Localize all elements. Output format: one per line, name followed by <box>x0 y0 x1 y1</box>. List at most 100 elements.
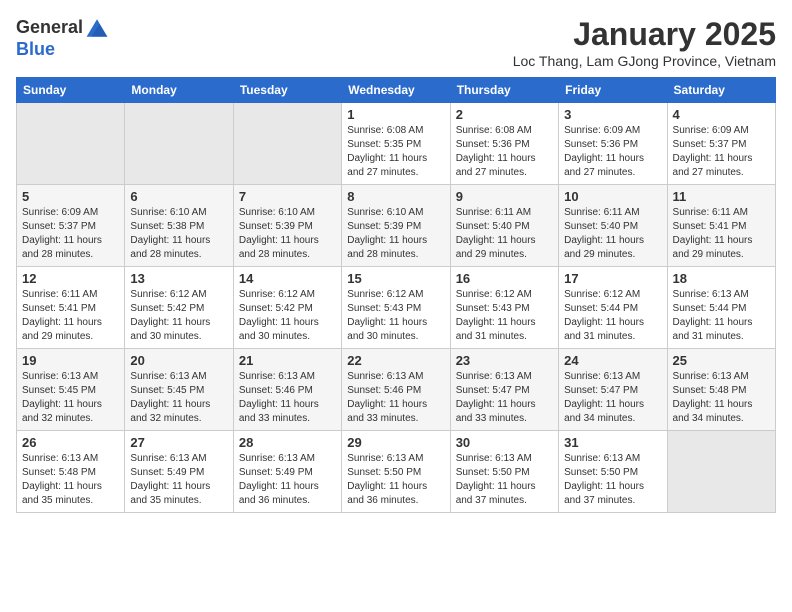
day-cell: 15 Sunrise: 6:12 AMSunset: 5:43 PMDayligh… <box>342 267 450 349</box>
day-cell: 28 Sunrise: 6:13 AMSunset: 5:49 PMDayligh… <box>233 431 341 513</box>
day-number: 13 <box>130 271 227 286</box>
day-info: Sunrise: 6:13 AMSunset: 5:44 PMDaylight:… <box>673 288 770 344</box>
day-number: 25 <box>673 353 770 368</box>
day-number: 1 <box>347 107 444 122</box>
day-cell: 5Sunrise: 6:09 AMSunset: 5:37 PMDaylight… <box>17 185 125 267</box>
day-info: Sunrise: 6:11 AMSunset: 5:41 PMDaylight:… <box>22 288 119 344</box>
day-info: Sunrise: 6:09 AMSunset: 5:36 PMDaylight:… <box>564 124 661 180</box>
col-saturday: Saturday <box>667 78 775 103</box>
day-info: Sunrise: 6:13 AMSunset: 5:47 PMDaylight:… <box>564 370 661 426</box>
day-number: 24 <box>564 353 661 368</box>
day-number: 5 <box>22 189 119 204</box>
day-info: Sunrise: 6:13 AMSunset: 5:50 PMDaylight:… <box>456 452 553 508</box>
day-info: Sunrise: 6:12 AMSunset: 5:43 PMDaylight:… <box>347 288 444 344</box>
day-cell: 12Sunrise: 6:11 AMSunset: 5:41 PMDayligh… <box>17 267 125 349</box>
day-info: Sunrise: 6:13 AMSunset: 5:49 PMDaylight:… <box>130 452 227 508</box>
day-info: Sunrise: 6:13 AMSunset: 5:49 PMDaylight:… <box>239 452 336 508</box>
day-cell: 11Sunrise: 6:11 AMSunset: 5:41 PMDayligh… <box>667 185 775 267</box>
day-number: 6 <box>130 189 227 204</box>
day-cell: 2 Sunrise: 6:08 AMSunset: 5:36 PMDaylight… <box>450 103 558 185</box>
day-cell: 14 Sunrise: 6:12 AMSunset: 5:42 PMDayligh… <box>233 267 341 349</box>
header: General Blue January 2025 Loc Thang, Lam… <box>16 16 776 69</box>
day-info: Sunrise: 6:12 AMSunset: 5:42 PMDaylight:… <box>239 288 336 344</box>
day-cell: 9 Sunrise: 6:11 AMSunset: 5:40 PMDaylight… <box>450 185 558 267</box>
day-cell: 19 Sunrise: 6:13 AMSunset: 5:45 PMDayligh… <box>17 349 125 431</box>
day-number: 15 <box>347 271 444 286</box>
day-cell: 10 Sunrise: 6:11 AMSunset: 5:40 PMDayligh… <box>559 185 667 267</box>
day-number: 23 <box>456 353 553 368</box>
day-cell: 31Sunrise: 6:13 AMSunset: 5:50 PMDayligh… <box>559 431 667 513</box>
day-cell: 20 Sunrise: 6:13 AMSunset: 5:45 PMDayligh… <box>125 349 233 431</box>
day-info: Sunrise: 6:13 AMSunset: 5:48 PMDaylight:… <box>673 370 770 426</box>
day-number: 28 <box>239 435 336 450</box>
logo-icon <box>85 16 109 40</box>
day-cell: 13 Sunrise: 6:12 AMSunset: 5:42 PMDayligh… <box>125 267 233 349</box>
calendar-subtitle: Loc Thang, Lam GJong Province, Vietnam <box>513 53 776 69</box>
day-cell: 23 Sunrise: 6:13 AMSunset: 5:47 PMDayligh… <box>450 349 558 431</box>
day-cell <box>667 431 775 513</box>
day-info: Sunrise: 6:12 AMSunset: 5:43 PMDaylight:… <box>456 288 553 344</box>
day-info: Sunrise: 6:08 AMSunset: 5:35 PMDaylight:… <box>347 124 444 180</box>
logo-general: General <box>16 18 83 38</box>
day-number: 16 <box>456 271 553 286</box>
day-info: Sunrise: 6:12 AMSunset: 5:42 PMDaylight:… <box>130 288 227 344</box>
title-area: January 2025 Loc Thang, Lam GJong Provin… <box>513 16 776 69</box>
day-info: Sunrise: 6:11 AMSunset: 5:40 PMDaylight:… <box>456 206 553 262</box>
day-cell: 29Sunrise: 6:13 AMSunset: 5:50 PMDayligh… <box>342 431 450 513</box>
day-number: 22 <box>347 353 444 368</box>
col-thursday: Thursday <box>450 78 558 103</box>
day-info: Sunrise: 6:13 AMSunset: 5:45 PMDaylight:… <box>22 370 119 426</box>
day-info: Sunrise: 6:10 AMSunset: 5:39 PMDaylight:… <box>239 206 336 262</box>
week-row-1: 1 Sunrise: 6:08 AMSunset: 5:35 PMDaylight… <box>17 103 776 185</box>
day-number: 31 <box>564 435 661 450</box>
day-cell: 6Sunrise: 6:10 AMSunset: 5:38 PMDaylight… <box>125 185 233 267</box>
day-cell <box>17 103 125 185</box>
week-row-3: 12Sunrise: 6:11 AMSunset: 5:41 PMDayligh… <box>17 267 776 349</box>
calendar-table: Sunday Monday Tuesday Wednesday Thursday… <box>16 77 776 513</box>
day-cell: 30 Sunrise: 6:13 AMSunset: 5:50 PMDayligh… <box>450 431 558 513</box>
day-number: 2 <box>456 107 553 122</box>
week-row-2: 5Sunrise: 6:09 AMSunset: 5:37 PMDaylight… <box>17 185 776 267</box>
col-wednesday: Wednesday <box>342 78 450 103</box>
day-info: Sunrise: 6:09 AMSunset: 5:37 PMDaylight:… <box>673 124 770 180</box>
day-info: Sunrise: 6:13 AMSunset: 5:50 PMDaylight:… <box>347 452 444 508</box>
day-cell: 22 Sunrise: 6:13 AMSunset: 5:46 PMDayligh… <box>342 349 450 431</box>
day-cell: 24 Sunrise: 6:13 AMSunset: 5:47 PMDayligh… <box>559 349 667 431</box>
day-cell: 27 Sunrise: 6:13 AMSunset: 5:49 PMDayligh… <box>125 431 233 513</box>
day-number: 4 <box>673 107 770 122</box>
col-monday: Monday <box>125 78 233 103</box>
day-number: 18 <box>673 271 770 286</box>
day-number: 30 <box>456 435 553 450</box>
day-number: 19 <box>22 353 119 368</box>
day-info: Sunrise: 6:11 AMSunset: 5:41 PMDaylight:… <box>673 206 770 262</box>
logo: General Blue <box>16 16 109 60</box>
day-number: 9 <box>456 189 553 204</box>
day-cell <box>125 103 233 185</box>
day-info: Sunrise: 6:13 AMSunset: 5:46 PMDaylight:… <box>239 370 336 426</box>
day-info: Sunrise: 6:10 AMSunset: 5:39 PMDaylight:… <box>347 206 444 262</box>
day-cell: 21 Sunrise: 6:13 AMSunset: 5:46 PMDayligh… <box>233 349 341 431</box>
day-info: Sunrise: 6:11 AMSunset: 5:40 PMDaylight:… <box>564 206 661 262</box>
day-number: 20 <box>130 353 227 368</box>
day-number: 21 <box>239 353 336 368</box>
day-cell: 4 Sunrise: 6:09 AMSunset: 5:37 PMDaylight… <box>667 103 775 185</box>
col-tuesday: Tuesday <box>233 78 341 103</box>
day-info: Sunrise: 6:13 AMSunset: 5:47 PMDaylight:… <box>456 370 553 426</box>
day-cell: 1 Sunrise: 6:08 AMSunset: 5:35 PMDaylight… <box>342 103 450 185</box>
day-cell: 7Sunrise: 6:10 AMSunset: 5:39 PMDaylight… <box>233 185 341 267</box>
day-number: 3 <box>564 107 661 122</box>
day-cell: 16 Sunrise: 6:12 AMSunset: 5:43 PMDayligh… <box>450 267 558 349</box>
day-info: Sunrise: 6:12 AMSunset: 5:44 PMDaylight:… <box>564 288 661 344</box>
logo-blue: Blue <box>16 39 55 59</box>
day-number: 10 <box>564 189 661 204</box>
day-number: 27 <box>130 435 227 450</box>
day-cell: 17Sunrise: 6:12 AMSunset: 5:44 PMDayligh… <box>559 267 667 349</box>
day-cell: 26Sunrise: 6:13 AMSunset: 5:48 PMDayligh… <box>17 431 125 513</box>
col-sunday: Sunday <box>17 78 125 103</box>
day-info: Sunrise: 6:08 AMSunset: 5:36 PMDaylight:… <box>456 124 553 180</box>
day-info: Sunrise: 6:13 AMSunset: 5:46 PMDaylight:… <box>347 370 444 426</box>
day-number: 26 <box>22 435 119 450</box>
day-info: Sunrise: 6:13 AMSunset: 5:45 PMDaylight:… <box>130 370 227 426</box>
col-friday: Friday <box>559 78 667 103</box>
day-number: 14 <box>239 271 336 286</box>
